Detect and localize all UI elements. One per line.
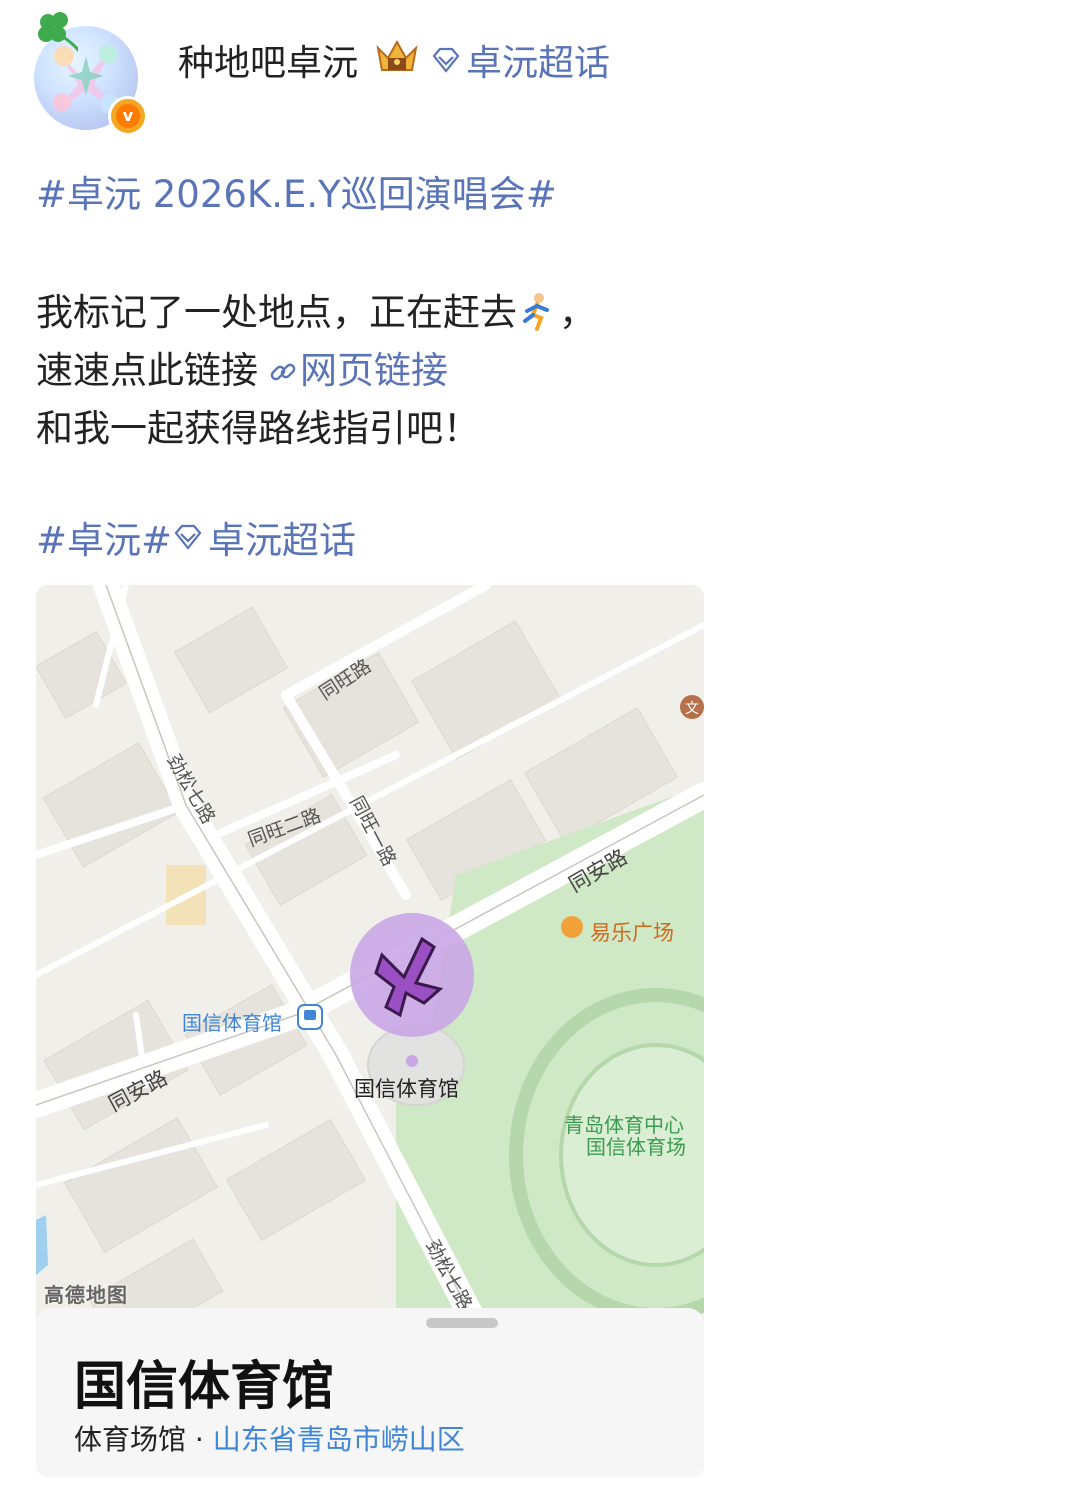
place-address[interactable]: 山东省青岛市崂山区	[213, 1423, 465, 1456]
post-text-2: 速速点此链接	[36, 349, 258, 392]
place-meta: 体育场馆 · 山东省青岛市崂山区	[74, 1418, 465, 1458]
place-name: 国信体育馆	[74, 1357, 335, 1417]
place-category: 体育场馆	[74, 1423, 187, 1456]
verified-badge-icon: v	[108, 96, 148, 136]
crown-icon	[376, 39, 418, 71]
super-topic-link[interactable]: 卓沅超话	[430, 34, 610, 86]
hashtag-zhuoyuan[interactable]: #卓沅#	[36, 510, 172, 564]
web-link[interactable]: 网页链接	[300, 349, 448, 392]
post-text-line-3: 和我一起获得路线指引吧！	[36, 407, 480, 450]
post-text-line-1: 我标记了一处地点，正在赶去 ，	[36, 282, 596, 336]
drag-handle[interactable]	[426, 1318, 498, 1328]
clover-icon	[38, 12, 78, 52]
poi-label-stadium: 国信体育场	[586, 1135, 686, 1159]
meta-separator: ·	[194, 1423, 204, 1456]
venue-map-label: 国信体育馆	[354, 1077, 459, 1101]
running-person-icon	[523, 293, 549, 331]
map-card[interactable]: 文 同旺路 劲松七路 同旺二路 同旺一路 同安路 易乐广场 国信体育馆 同安路 …	[36, 585, 704, 1477]
tags-line: #卓沅# 卓沅超话	[36, 510, 356, 564]
map-brand-logo: 高德地图	[44, 1283, 128, 1307]
diamond-icon	[432, 47, 460, 73]
super-topic-label: 卓沅超话	[466, 43, 611, 84]
chain-link-icon	[270, 363, 296, 381]
post-text-1-end: ，	[559, 291, 596, 334]
poi-label-yile[interactable]: 易乐广场	[590, 917, 674, 947]
username[interactable]: 种地吧卓沅	[178, 34, 358, 86]
avatar[interactable]: v	[34, 12, 148, 136]
metro-station-label[interactable]: 国信体育馆	[182, 1007, 282, 1036]
place-sheet[interactable]: 国信体育馆 体育场馆 · 山东省青岛市崂山区	[36, 1308, 704, 1477]
poi-culture-label: 文	[685, 701, 699, 717]
hashtag-concert[interactable]: #卓沅 2026K.E.Y巡回演唱会#	[36, 164, 557, 218]
super-topic-link-2[interactable]: 卓沅超话	[208, 510, 356, 564]
diamond-icon	[174, 524, 202, 550]
post-text-1: 我标记了一处地点，正在赶去	[36, 291, 517, 334]
post-text-line-2: 速速点此链接 网页链接	[36, 340, 448, 394]
